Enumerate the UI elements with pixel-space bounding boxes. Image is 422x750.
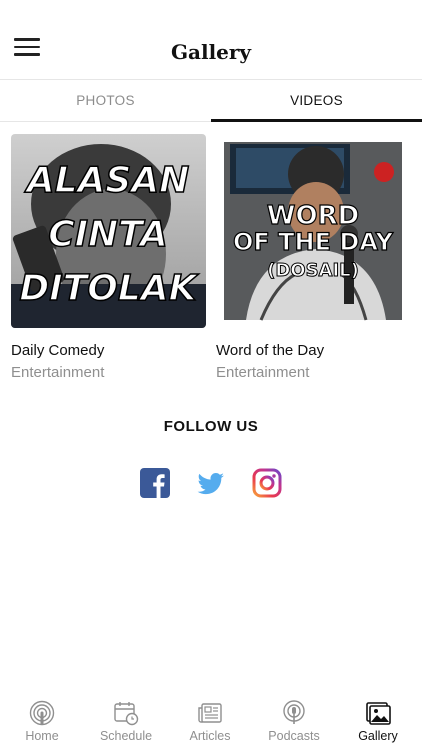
- page-title: Gallery: [170, 40, 252, 64]
- video-category: Entertainment: [11, 364, 105, 381]
- video-card[interactable]: ALASAN CINTA DITOLAK Daily Comedy Entert…: [11, 134, 206, 381]
- tabbar-label-schedule: Schedule: [99, 729, 153, 743]
- tabbar-label-articles: Articles: [189, 729, 231, 743]
- social-links: [0, 468, 422, 500]
- tabbar-label-gallery: Gallery: [358, 729, 398, 743]
- tabbar-item-articles[interactable]: Articles: [168, 694, 252, 750]
- video-title[interactable]: Daily Comedy: [11, 342, 206, 359]
- tabbar-label-podcasts: Podcasts: [268, 729, 320, 743]
- bottom-tab-bar: Home Schedule Articles Podcasts Gallery: [0, 694, 422, 750]
- thumb-text-line-1: ALASAN: [24, 160, 190, 201]
- microphone-icon: [283, 700, 305, 724]
- thumb-text-line-2: OF THE DAY: [233, 228, 394, 256]
- app-header: Gallery: [0, 0, 422, 80]
- instagram-icon[interactable]: [252, 468, 282, 498]
- video-title[interactable]: Word of the Day: [216, 342, 411, 359]
- thumb-text-line-3: DITOLAK: [19, 268, 199, 309]
- video-category: Entertainment: [216, 364, 310, 381]
- thumb-text-line-2: CINTA: [48, 214, 168, 255]
- video-card[interactable]: WORD OF THE DAY (DOSAIL) Word of the Day…: [216, 134, 411, 381]
- tab-videos[interactable]: VIDEOS: [211, 80, 422, 122]
- tabbar-item-home[interactable]: Home: [0, 694, 84, 750]
- tabbar-item-gallery[interactable]: Gallery: [336, 694, 420, 750]
- podcast-signal-icon: [29, 700, 55, 726]
- twitter-icon[interactable]: [196, 468, 226, 498]
- tabs-divider: [0, 121, 211, 122]
- gallery-tabs: PHOTOS VIDEOS: [0, 80, 422, 122]
- video-thumbnail[interactable]: WORD OF THE DAY (DOSAIL): [216, 134, 411, 328]
- follow-us-heading: FOLLOW US: [163, 418, 259, 435]
- tabbar-item-schedule[interactable]: Schedule: [84, 694, 168, 750]
- thumb-text-line-1: WORD: [267, 201, 359, 231]
- image-gallery-icon: [366, 702, 391, 725]
- newspaper-icon: [198, 703, 222, 723]
- tabbar-label-home: Home: [25, 729, 59, 743]
- tab-photos[interactable]: PHOTOS: [0, 80, 211, 122]
- video-thumbnail[interactable]: ALASAN CINTA DITOLAK: [11, 134, 206, 328]
- calendar-clock-icon: [114, 702, 139, 726]
- facebook-icon[interactable]: [140, 468, 170, 498]
- thumb-text-line-3: (DOSAIL): [267, 260, 359, 281]
- tabbar-item-podcasts[interactable]: Podcasts: [252, 694, 336, 750]
